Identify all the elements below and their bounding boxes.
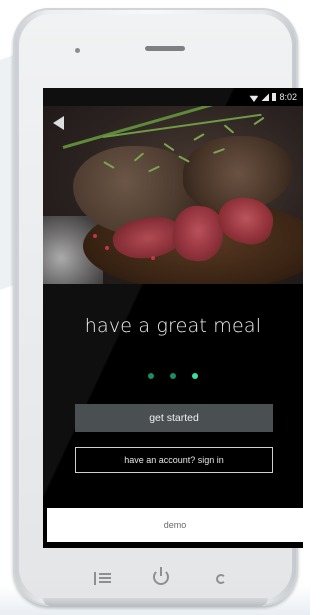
demo-button[interactable]: demo xyxy=(47,508,303,542)
status-time: 8:02 xyxy=(279,92,297,102)
back-arrow-icon[interactable] xyxy=(53,116,64,130)
sign-in-button[interactable]: have an account? sign in xyxy=(75,447,273,473)
get-started-button[interactable]: get started xyxy=(75,404,273,432)
phone-screen: 8:02 have a great meal get started have … xyxy=(43,88,303,548)
wifi-icon xyxy=(249,93,258,101)
refresh-icon[interactable] xyxy=(216,574,226,584)
page-dot[interactable] xyxy=(170,373,176,379)
menu-icon[interactable] xyxy=(94,572,112,585)
phone-device: 8:02 have a great meal get started have … xyxy=(13,8,303,606)
signal-icon xyxy=(261,93,269,101)
power-icon[interactable] xyxy=(153,567,169,585)
page-dot-active[interactable] xyxy=(192,373,198,379)
earpiece-speaker xyxy=(145,46,185,51)
front-camera xyxy=(75,48,80,53)
status-bar: 8:02 xyxy=(43,88,303,106)
device-nav-keys xyxy=(13,567,298,594)
hero-image-steak xyxy=(43,106,303,284)
onboarding-headline: have a great meal xyxy=(84,315,262,337)
page-dot[interactable] xyxy=(148,373,154,379)
battery-icon xyxy=(272,93,277,101)
phone-bottom-edge xyxy=(43,598,268,606)
page-indicator xyxy=(43,373,303,379)
